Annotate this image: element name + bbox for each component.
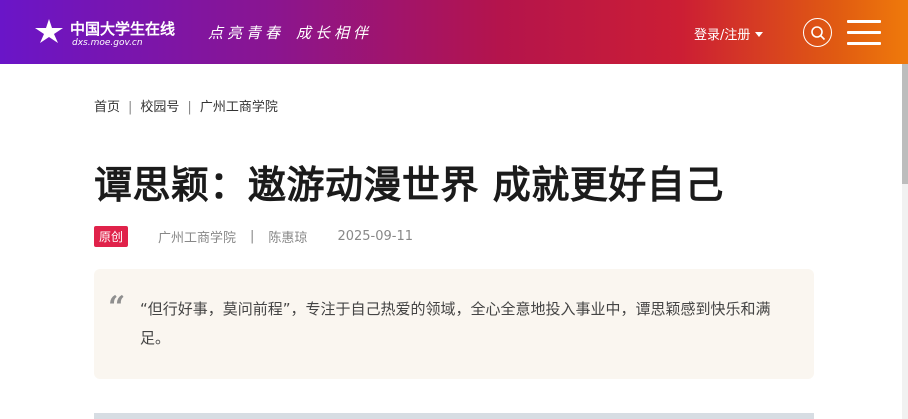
article-summary: “但行好事，莫问前程”，专注于自己热爱的领域，全心全意地投入事业中，谭思颖感到快… bbox=[140, 300, 771, 347]
breadcrumb-separator: | bbox=[187, 100, 192, 115]
breadcrumb-home[interactable]: 首页 bbox=[94, 100, 120, 115]
original-badge: 原创 bbox=[94, 226, 129, 247]
star-logo-icon bbox=[35, 19, 63, 43]
article-image bbox=[94, 413, 814, 419]
article-source[interactable]: 广州工商学院 bbox=[158, 227, 236, 246]
search-icon bbox=[811, 26, 826, 41]
caret-down-icon bbox=[755, 32, 764, 37]
article-meta: 原创 广州工商学院 | 陈惠琼 2025-09-11 bbox=[94, 226, 413, 248]
login-register-link[interactable]: 登录/注册 bbox=[694, 24, 764, 43]
logo-url: dxs.moe.gov.cn bbox=[72, 38, 143, 48]
meta-separator: | bbox=[250, 229, 255, 244]
hamburger-line bbox=[847, 31, 881, 34]
breadcrumb-school[interactable]: 广州工商学院 bbox=[200, 100, 278, 115]
login-register-label: 登录/注册 bbox=[694, 28, 751, 43]
slogan-part-1: 点亮青春 bbox=[208, 24, 285, 42]
top-navigation-bar: 中国大学生在线 dxs.moe.gov.cn 点亮青春 成长相伴 登录/注册 bbox=[0, 0, 908, 64]
site-logo[interactable]: 中国大学生在线 dxs.moe.gov.cn bbox=[34, 14, 194, 50]
slogan: 点亮青春 成长相伴 bbox=[208, 22, 372, 43]
hamburger-line bbox=[847, 42, 881, 45]
hamburger-menu-button[interactable] bbox=[847, 20, 881, 46]
slogan-part-2: 成长相伴 bbox=[296, 24, 373, 42]
logo-text: 中国大学生在线 bbox=[70, 20, 176, 38]
breadcrumb-campus[interactable]: 校园号 bbox=[140, 100, 179, 115]
scrollbar-thumb[interactable] bbox=[902, 64, 908, 184]
breadcrumb: 首页 | 校园号 | 广州工商学院 bbox=[94, 96, 278, 115]
article-summary-box: “ “但行好事，莫问前程”，专注于自己热爱的领域，全心全意地投入事业中，谭思颖感… bbox=[94, 269, 814, 379]
article-author: 陈惠琼 bbox=[268, 231, 308, 246]
quote-icon: “ bbox=[108, 290, 126, 325]
article-date: 2025-09-11 bbox=[337, 229, 413, 244]
search-button[interactable] bbox=[803, 18, 832, 47]
scrollbar[interactable] bbox=[902, 64, 908, 419]
article-title: 谭思颖：遨游动漫世界 成就更好自己 bbox=[94, 163, 724, 207]
hamburger-menu-icon bbox=[847, 20, 881, 23]
breadcrumb-separator: | bbox=[128, 100, 133, 115]
